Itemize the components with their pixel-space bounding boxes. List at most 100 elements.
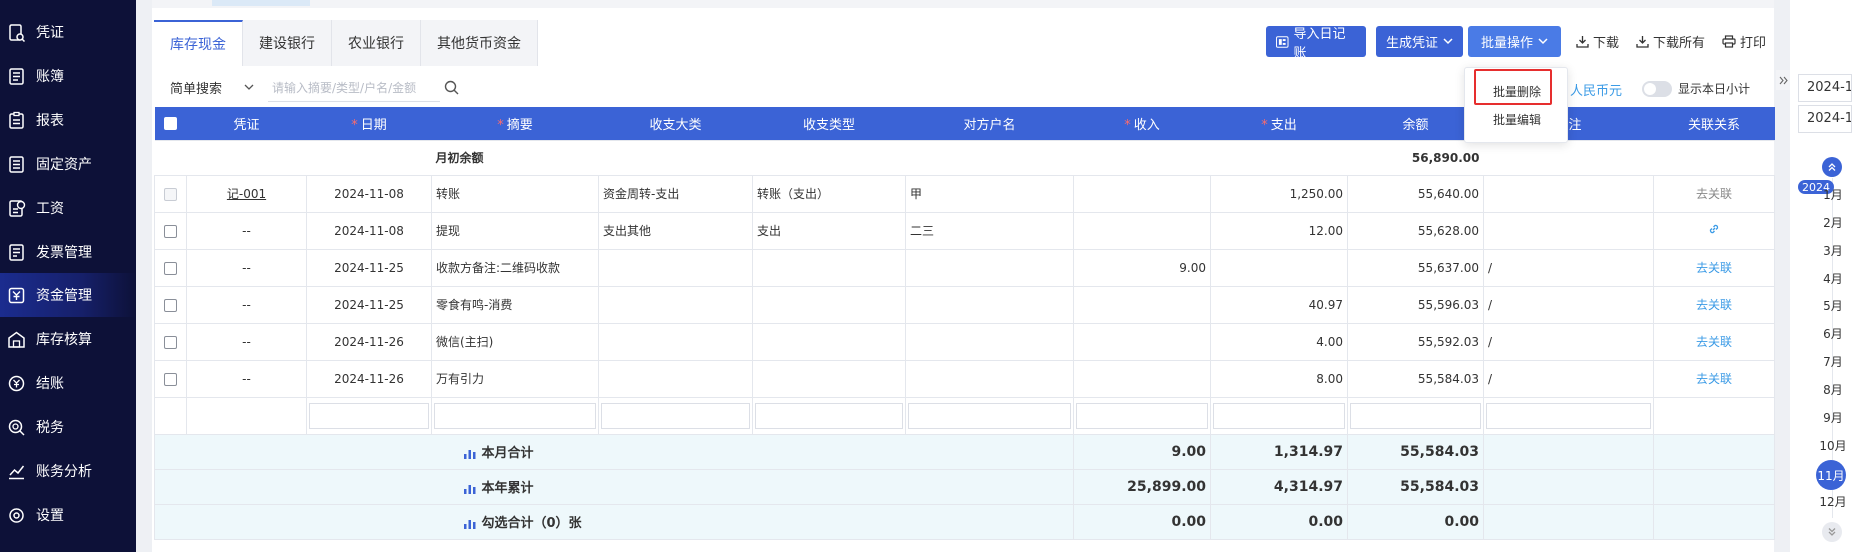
import-journal-button[interactable]: 导入日记账 [1266, 26, 1366, 61]
sidebar-item-voucher[interactable]: 凭证 [0, 10, 136, 54]
timeline-up-button[interactable] [1822, 157, 1842, 177]
timeline-month[interactable]: 6月 [1818, 325, 1848, 342]
row-checkbox[interactable] [164, 298, 177, 312]
search-icon[interactable] [444, 80, 459, 95]
link-cell[interactable]: 去关联 [1653, 322, 1775, 361]
timeline-month[interactable]: 3月 [1818, 242, 1848, 259]
timeline-month[interactable]: 8月 [1818, 381, 1848, 398]
tab-1[interactable]: 建设银行 [243, 20, 332, 66]
sidebar-item-warehouse[interactable]: 库存核算 [0, 317, 136, 361]
entry-input[interactable] [1350, 402, 1481, 429]
checkbox-cell[interactable] [154, 211, 187, 250]
table-row[interactable]: -- 2024-11-08 提现 支出其他 支出 二三 12.00 55,628.00 [154, 211, 1775, 250]
sidebar-item-report[interactable]: 报表 [0, 98, 136, 142]
table-row[interactable]: -- 2024-11-26 万有引力 8.00 55,584.03 / 去关联 [154, 359, 1775, 398]
timeline-month[interactable]: 1月 [1818, 186, 1848, 203]
checkbox-cell[interactable] [154, 359, 187, 398]
date-value: 2024-11-26 [334, 371, 404, 386]
entry-input[interactable] [908, 402, 1071, 429]
sidebar-item-fund[interactable]: 资金管理 [0, 273, 136, 317]
timeline-month[interactable]: 9月 [1818, 409, 1848, 426]
link-action[interactable]: 去关联 [1696, 298, 1732, 312]
daily-subtotal-toggle[interactable] [1642, 81, 1672, 97]
sidebar-item-analysis[interactable]: 账务分析 [0, 449, 136, 493]
timeline-month[interactable]: 7月 [1818, 353, 1848, 370]
collapse-panel-button[interactable] [1776, 70, 1790, 90]
link-cell[interactable]: 去关联 [1653, 248, 1775, 287]
sidebar-item-fixed-asset[interactable]: 固定资产 [0, 142, 136, 186]
currency-label[interactable]: 人民币元 [1570, 80, 1622, 99]
period-start-field[interactable]: 2024-11 [1798, 74, 1852, 102]
timeline-month[interactable]: 5月 [1818, 297, 1848, 314]
row-checkbox[interactable] [164, 261, 177, 275]
table-row[interactable]: -- 2024-11-26 微信(主扫) 4.00 55,592.03 / 去关联 [154, 322, 1775, 361]
batch-delete-menu-item[interactable]: 批量删除 [1465, 78, 1569, 104]
salary-icon [6, 198, 26, 218]
invoice-icon [6, 242, 26, 262]
search-mode-select[interactable]: 简单搜索 [170, 78, 254, 97]
link-action[interactable]: 去关联 [1696, 261, 1732, 275]
batch-edit-menu-item[interactable]: 批量编辑 [1465, 106, 1569, 132]
sidebar-item-salary[interactable]: 工资 [0, 186, 136, 230]
summary-income: 25,899.00 [1127, 478, 1206, 495]
tab-0[interactable]: 库存现金 [154, 20, 243, 66]
link-cell[interactable]: 去关联 [1653, 359, 1775, 398]
timeline-month[interactable]: 4月 [1818, 270, 1848, 287]
tab-2[interactable]: 农业银行 [332, 20, 421, 66]
link-cell[interactable]: 去关联 [1653, 174, 1775, 213]
entry-input[interactable] [1076, 402, 1208, 429]
table-row[interactable]: 记-001 2024-11-08 转账 资金周转-支出 转账（支出） 甲 1,250.00 5… [154, 174, 1775, 213]
date-value: 2024-11-08 [334, 186, 404, 201]
voucher-cell: -- [186, 248, 307, 287]
entry-input[interactable] [434, 402, 596, 429]
sidebar-item-closing[interactable]: 结账 [0, 361, 136, 405]
table-row[interactable]: -- 2024-11-25 收款方备注:二维码收款 9.00 55,637.00 / 去关联 [154, 248, 1775, 287]
row-checkbox[interactable] [164, 335, 177, 349]
checkbox-cell[interactable] [154, 322, 187, 361]
link-cell[interactable] [1653, 211, 1775, 250]
generate-voucher-button[interactable]: 生成凭证 [1376, 26, 1463, 57]
timeline-month[interactable]: 11月 [1816, 460, 1846, 490]
print-button[interactable]: 打印 [1722, 32, 1766, 51]
timeline-month[interactable]: 2月 [1818, 214, 1848, 231]
column-header[interactable] [154, 107, 187, 140]
entry-input[interactable] [1213, 402, 1345, 429]
sidebar-item-invoice[interactable]: 发票管理 [0, 230, 136, 274]
entry-input[interactable] [309, 402, 429, 429]
entry-input[interactable] [1486, 402, 1651, 429]
period-end-field[interactable]: 2024-11 [1798, 105, 1852, 133]
voucher-link[interactable]: 记-001 [227, 187, 266, 201]
link-cell[interactable]: 去关联 [1653, 285, 1775, 324]
link-action[interactable]: 去关联 [1696, 372, 1732, 386]
sidebar-item-ledger[interactable]: 账簿 [0, 54, 136, 98]
row-checkbox[interactable] [164, 187, 177, 201]
expense-cell: 4.00 [1210, 322, 1348, 361]
date-value: 2024-11-25 [334, 260, 404, 275]
batch-operations-button[interactable]: 批量操作 [1468, 26, 1561, 57]
row-checkbox[interactable] [164, 224, 177, 238]
download-all-button[interactable]: 下载所有 [1636, 32, 1705, 51]
row-checkbox[interactable] [164, 372, 177, 386]
timeline-month[interactable]: 12月 [1818, 493, 1848, 510]
search-input[interactable] [268, 74, 440, 102]
checkbox-cell[interactable] [154, 285, 187, 324]
download-button[interactable]: 下载 [1576, 32, 1619, 51]
sidebar-item-tax[interactable]: 税务 [0, 405, 136, 449]
summary-row: 本月合计 9.00 1,314.97 55,584.03 [154, 433, 1775, 470]
link-action[interactable]: 去关联 [1696, 335, 1732, 349]
timeline-down-button[interactable] [1822, 522, 1842, 542]
checkbox-cell[interactable] [154, 248, 187, 287]
table-row[interactable]: -- 2024-11-25 零食有鸣-消费 40.97 55,596.03 / 去关联 [154, 285, 1775, 324]
select-all-checkbox[interactable] [164, 116, 177, 130]
required-marker: * [497, 117, 504, 133]
link-action[interactable]: 去关联 [1696, 187, 1732, 201]
sidebar-item-settings[interactable]: 设置 [0, 493, 136, 537]
entry-input[interactable] [601, 402, 750, 429]
edit-cell [306, 396, 432, 435]
timeline-month[interactable]: 10月 [1818, 437, 1848, 454]
print-label: 打印 [1740, 36, 1767, 51]
checkbox-cell[interactable] [154, 174, 187, 213]
tab-3[interactable]: 其他货币资金 [421, 20, 538, 66]
link-icon[interactable] [1708, 223, 1720, 235]
entry-input[interactable] [755, 402, 903, 429]
